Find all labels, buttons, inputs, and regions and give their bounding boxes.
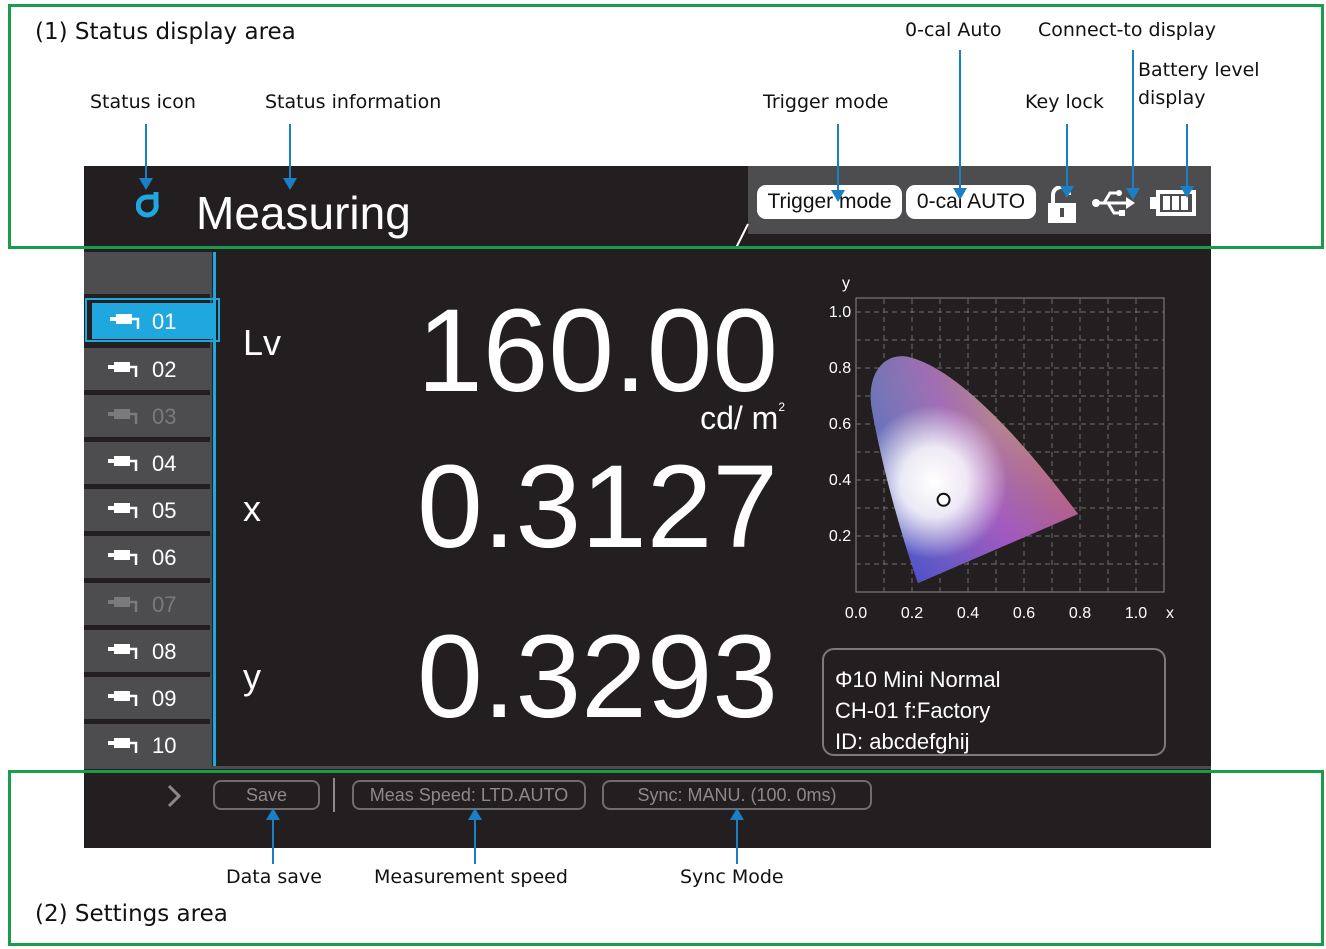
id-info: ID: abcdefghij: [835, 729, 970, 754]
arrow-sync-mode: [730, 808, 744, 864]
callout-status-information: Status information: [265, 91, 442, 113]
callout-data-save: Data save: [226, 866, 322, 888]
channel-number: 06: [152, 545, 177, 570]
channel-number: 02: [152, 357, 177, 382]
arrow-battery: [1180, 124, 1194, 198]
callout-key-lock: Key lock: [1025, 91, 1104, 113]
channel-item-10[interactable]: 10: [84, 724, 210, 766]
y-label: y: [243, 656, 261, 697]
callout-battery-line1: Battery level: [1138, 59, 1260, 81]
x-tick-label: 0.2: [901, 605, 923, 622]
x-label: x: [243, 488, 261, 529]
channel-number: 07: [152, 592, 177, 617]
measured-point-marker: [936, 492, 951, 507]
arrow-zero-cal: [953, 50, 967, 200]
y-axis-label: y: [842, 275, 850, 292]
status-display-area-title: (1) Status display area: [35, 19, 296, 45]
callout-zero-cal: 0-cal Auto: [905, 19, 1002, 41]
channel-number: 01: [152, 309, 177, 334]
probe-plug-icon: [108, 691, 138, 706]
channel-number: 10: [152, 733, 177, 758]
channel-number: 05: [152, 498, 177, 523]
arrow-trigger-mode: [831, 124, 845, 202]
lv-unit-exponent: 2: [778, 400, 785, 414]
arrow-data-save: [266, 808, 280, 864]
y-tick-label: 0.6: [829, 416, 851, 433]
channel-item-09[interactable]: 09: [84, 677, 210, 719]
probe-info: Φ10 Mini Normal: [835, 667, 1001, 692]
lv-label: Lv: [243, 322, 282, 363]
lv-unit: cd/ m2: [700, 400, 785, 436]
arrow-status-information: [283, 124, 297, 190]
callout-battery-line2: display: [1138, 87, 1206, 109]
x-tick-label: 1.0: [1125, 605, 1147, 622]
arrow-measurement-speed: [468, 808, 482, 864]
x-tick-label: 0.6: [1013, 605, 1035, 622]
channel-item-02[interactable]: 02: [84, 348, 210, 390]
callout-connect-to: Connect-to display: [1038, 19, 1216, 41]
callout-trigger-mode: Trigger mode: [763, 91, 889, 113]
channel-number: 03: [152, 404, 177, 429]
spectral-locus: [870, 356, 1078, 583]
channel-item-07[interactable]: 07: [84, 583, 210, 625]
channel-number: 08: [152, 639, 177, 664]
probe-plug-icon: [108, 456, 138, 471]
y-value: 0.3293: [417, 611, 778, 743]
channel-item-06[interactable]: 06: [84, 536, 210, 578]
channel-item-01[interactable]: 01: [92, 303, 216, 339]
arrow-key-lock: [1060, 124, 1074, 198]
y-tick-label: 0.4: [829, 472, 851, 489]
channel-number: 04: [152, 451, 177, 476]
channel-item-08[interactable]: 08: [84, 630, 210, 672]
probe-plug-icon: [108, 550, 138, 565]
callout-status-icon: Status icon: [90, 91, 196, 113]
x-tick-label: 0.8: [1069, 605, 1091, 622]
arrow-status-icon: [139, 124, 153, 190]
probe-plug-icon: [108, 503, 138, 518]
probe-plug-icon: [108, 597, 138, 612]
settings-area-title: (2) Settings area: [35, 901, 228, 927]
channel-list-header: [84, 252, 210, 294]
channel-item-04[interactable]: 04: [84, 442, 210, 484]
channel-info: CH-01 f:Factory: [835, 698, 991, 723]
x-value: 0.3127: [417, 441, 778, 573]
y-tick-label: 0.2: [829, 528, 851, 545]
probe-plug-icon: [110, 314, 140, 329]
chromaticity-diagram: 1.0 0.8 0.6 0.4 0.2 0.0 0.2 0.4 0.6 0.8 1.0 y x: [829, 275, 1174, 622]
probe-plug-icon: [108, 409, 138, 424]
x-tick-label: 0.0: [845, 605, 867, 622]
settings-divider: [84, 766, 1211, 769]
x-axis-label: x: [1166, 605, 1174, 622]
probe-plug-icon: [108, 644, 138, 659]
info-panel: Φ10 Mini Normal CH-01 f:Factory ID: abcd…: [822, 648, 1166, 756]
channel-item-05[interactable]: 05: [84, 489, 210, 531]
callout-sync-mode: Sync Mode: [680, 866, 784, 888]
channel-number: 09: [152, 686, 177, 711]
x-tick-label: 0.4: [957, 605, 979, 622]
probe-plug-icon: [108, 738, 138, 753]
arrow-connect-to: [1126, 50, 1140, 200]
lv-value: 160.00: [417, 285, 778, 417]
callout-measurement-speed: Measurement speed: [374, 866, 568, 888]
y-tick-label: 1.0: [829, 304, 851, 321]
probe-plug-icon: [108, 362, 138, 377]
y-tick-label: 0.8: [829, 360, 851, 377]
channel-item-03[interactable]: 03: [84, 395, 210, 437]
